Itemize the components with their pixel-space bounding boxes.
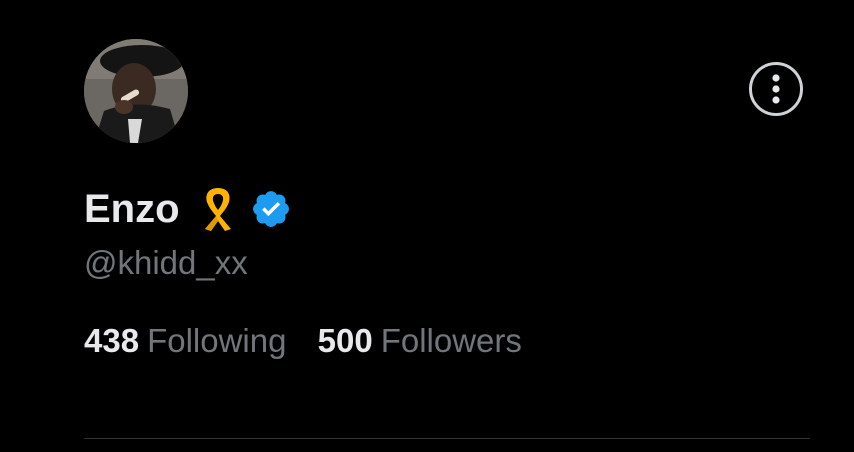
- name-row: Enzo: [84, 183, 292, 235]
- following-label: Following: [147, 322, 287, 359]
- followers-count: 500: [317, 322, 373, 359]
- display-name: Enzo: [84, 187, 180, 231]
- verified-icon[interactable]: [250, 188, 292, 230]
- avatar[interactable]: [84, 39, 188, 143]
- following-link[interactable]: 438 Following: [84, 318, 286, 364]
- followers-link[interactable]: 500 Followers: [318, 318, 522, 364]
- followers-label: Followers: [380, 322, 522, 359]
- avatar-photo: [84, 39, 188, 143]
- following-count: 438: [84, 322, 140, 359]
- profile-stats: 438 Following 500 Followers: [84, 318, 522, 364]
- ribbon-icon: [204, 188, 231, 231]
- profile-handle: @khidd_xx: [84, 244, 248, 281]
- divider: [84, 438, 810, 439]
- more-options-button[interactable]: [749, 62, 803, 116]
- more-options-icon: [772, 74, 780, 104]
